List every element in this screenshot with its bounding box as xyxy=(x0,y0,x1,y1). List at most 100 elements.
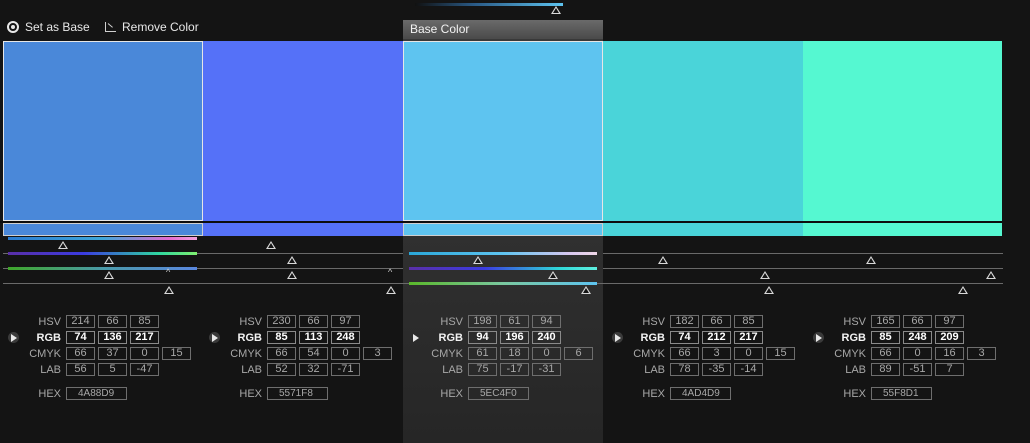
cmyk-m[interactable]: 0 xyxy=(903,347,932,360)
slider-handle-icon[interactable] xyxy=(548,271,558,279)
cmyk-c[interactable]: 66 xyxy=(871,347,900,360)
strip-3[interactable] xyxy=(403,223,603,236)
strip-5[interactable] xyxy=(803,223,1002,236)
slider-handle-icon[interactable] xyxy=(104,256,114,264)
rgb-r[interactable]: 74 xyxy=(670,331,699,344)
lab-l[interactable]: 52 xyxy=(267,363,296,376)
slider-handle-icon[interactable] xyxy=(386,286,396,294)
slider-handle-icon[interactable] xyxy=(760,271,770,279)
hsv-v[interactable]: 85 xyxy=(130,315,159,328)
strip-1[interactable] xyxy=(3,223,203,236)
swatch-3[interactable] xyxy=(403,41,603,221)
slider-handle-icon[interactable] xyxy=(958,286,968,294)
rgb-g[interactable]: 136 xyxy=(98,331,127,344)
set-as-base-button[interactable]: Set as Base xyxy=(7,20,90,34)
swatch-5[interactable] xyxy=(803,41,1002,221)
lab-a[interactable]: 5 xyxy=(98,363,127,376)
cmyk-y[interactable]: 16 xyxy=(935,347,964,360)
cmyk-c[interactable]: 66 xyxy=(670,347,699,360)
hsv-h[interactable]: 198 xyxy=(468,315,497,328)
hsv-h[interactable]: 165 xyxy=(871,315,900,328)
slider-handle-icon[interactable] xyxy=(473,256,483,264)
slider-handle-icon[interactable] xyxy=(764,286,774,294)
lab-b[interactable]: -47 xyxy=(130,363,159,376)
lab-a[interactable]: 32 xyxy=(299,363,328,376)
hsv-v[interactable]: 97 xyxy=(935,315,964,328)
rgb-r[interactable]: 94 xyxy=(468,331,497,344)
remove-color-button[interactable]: Remove Color xyxy=(105,20,199,34)
hex-field[interactable]: 5EC4F0 xyxy=(468,387,529,400)
cmyk-y[interactable]: 0 xyxy=(130,347,159,360)
lab-l[interactable]: 89 xyxy=(871,363,900,376)
cmyk-c[interactable]: 66 xyxy=(267,347,296,360)
slider-handle-icon[interactable] xyxy=(658,256,668,264)
top-slider-handle-icon[interactable] xyxy=(551,6,561,14)
hsv-h[interactable]: 230 xyxy=(267,315,296,328)
slider-handle-icon[interactable] xyxy=(287,271,297,279)
strip-2[interactable] xyxy=(203,223,403,236)
slider-handle-icon[interactable] xyxy=(266,241,276,249)
lab-a[interactable]: -17 xyxy=(500,363,529,376)
rgb-g[interactable]: 113 xyxy=(299,331,328,344)
cmyk-y[interactable]: 0 xyxy=(532,347,561,360)
hex-field[interactable]: 5571F8 xyxy=(267,387,328,400)
cmyk-y[interactable]: 0 xyxy=(331,347,360,360)
lab-b[interactable]: 7 xyxy=(935,363,964,376)
lab-l[interactable]: 78 xyxy=(670,363,699,376)
hue-slider-3[interactable] xyxy=(409,252,597,255)
hex-field[interactable]: 4AD4D9 xyxy=(670,387,731,400)
lab-b[interactable]: -14 xyxy=(734,363,763,376)
slider-handle-icon[interactable] xyxy=(164,286,174,294)
rgb-b[interactable]: 209 xyxy=(935,331,964,344)
cmyk-c[interactable]: 61 xyxy=(468,347,497,360)
cmyk-m[interactable]: 18 xyxy=(500,347,529,360)
hsv-s[interactable]: 66 xyxy=(903,315,932,328)
lab-a[interactable]: -35 xyxy=(702,363,731,376)
hsv-v[interactable]: 97 xyxy=(331,315,360,328)
cmyk-k[interactable]: 15 xyxy=(766,347,795,360)
slider-handle-icon[interactable] xyxy=(986,271,996,279)
top-slider-track[interactable] xyxy=(415,3,563,6)
strip-4[interactable] xyxy=(603,223,803,236)
hsv-h[interactable]: 214 xyxy=(66,315,95,328)
cmyk-m[interactable]: 54 xyxy=(299,347,328,360)
slider-handle-icon[interactable] xyxy=(104,271,114,279)
hsv-v[interactable]: 94 xyxy=(532,315,561,328)
cmyk-m[interactable]: 3 xyxy=(702,347,731,360)
slider-handle-icon[interactable] xyxy=(58,241,68,249)
swatch-1[interactable] xyxy=(3,41,203,221)
slider-handle-icon[interactable] xyxy=(581,286,591,294)
hsv-h[interactable]: 182 xyxy=(670,315,699,328)
rgb-r[interactable]: 85 xyxy=(267,331,296,344)
sat-slider-3[interactable] xyxy=(409,267,597,270)
cmyk-k[interactable]: 15 xyxy=(162,347,191,360)
cmyk-y[interactable]: 0 xyxy=(734,347,763,360)
rgb-b[interactable]: 217 xyxy=(130,331,159,344)
rgb-b[interactable]: 248 xyxy=(331,331,360,344)
rgb-g[interactable]: 196 xyxy=(500,331,529,344)
lab-b[interactable]: -71 xyxy=(331,363,360,376)
lab-b[interactable]: -31 xyxy=(532,363,561,376)
cmyk-k[interactable]: 3 xyxy=(363,347,392,360)
hue-slider-1[interactable] xyxy=(8,237,197,240)
sat-slider-1[interactable] xyxy=(8,252,197,255)
cmyk-k[interactable]: 6 xyxy=(564,347,593,360)
hsv-s[interactable]: 61 xyxy=(500,315,529,328)
cmyk-c[interactable]: 66 xyxy=(66,347,95,360)
rgb-r[interactable]: 85 xyxy=(871,331,900,344)
rgb-b[interactable]: 240 xyxy=(532,331,561,344)
slider-handle-icon[interactable] xyxy=(287,256,297,264)
hsv-s[interactable]: 66 xyxy=(702,315,731,328)
rgb-g[interactable]: 248 xyxy=(903,331,932,344)
slider-handle-icon[interactable] xyxy=(866,256,876,264)
swatch-2[interactable] xyxy=(203,41,403,221)
hsv-s[interactable]: 66 xyxy=(299,315,328,328)
lab-l[interactable]: 75 xyxy=(468,363,497,376)
hex-field[interactable]: 55F8D1 xyxy=(871,387,932,400)
lab-a[interactable]: -51 xyxy=(903,363,932,376)
hsv-s[interactable]: 66 xyxy=(98,315,127,328)
rgb-b[interactable]: 217 xyxy=(734,331,763,344)
hsv-v[interactable]: 85 xyxy=(734,315,763,328)
cmyk-m[interactable]: 37 xyxy=(98,347,127,360)
cmyk-k[interactable]: 3 xyxy=(967,347,996,360)
